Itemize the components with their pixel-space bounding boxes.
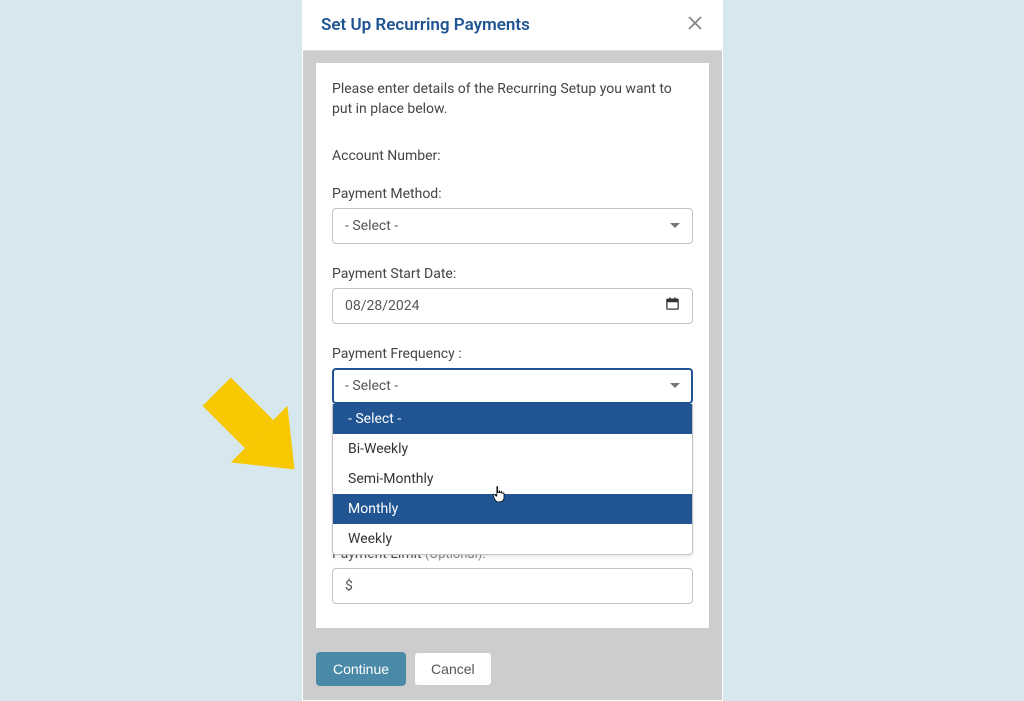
chevron-down-icon [670, 383, 680, 388]
payment-frequency-label: Payment Frequency : [332, 346, 693, 362]
payment-frequency-select[interactable]: - Select - [332, 368, 693, 404]
close-icon[interactable] [686, 14, 704, 36]
payment-method-label: Payment Method: [332, 186, 693, 202]
payment-frequency-dropdown: - Select - Bi-Weekly Semi-Monthly Monthl… [332, 404, 693, 555]
payment-method-value: - Select - [345, 218, 398, 234]
payment-start-date-group: Payment Start Date: 08/28/2024 [332, 266, 693, 324]
payment-start-date-input[interactable]: 08/28/2024 [332, 288, 693, 324]
frequency-option-select[interactable]: - Select - [333, 404, 692, 434]
payment-method-group: Payment Method: - Select - [332, 186, 693, 244]
payment-limit-value: $ [345, 578, 353, 594]
modal-footer: Continue Cancel [303, 640, 722, 700]
continue-button[interactable]: Continue [316, 652, 406, 686]
payment-method-select[interactable]: - Select - [332, 208, 693, 244]
calendar-icon[interactable] [665, 296, 680, 315]
instructions-text: Please enter details of the Recurring Se… [332, 79, 693, 120]
payment-start-date-value: 08/28/2024 [345, 298, 420, 314]
frequency-option-weekly[interactable]: Weekly [333, 524, 692, 554]
modal-title: Set Up Recurring Payments [321, 15, 530, 35]
modal-body: Please enter details of the Recurring Se… [316, 63, 709, 628]
frequency-option-biweekly[interactable]: Bi-Weekly [333, 434, 692, 464]
payment-frequency-wrapper: - Select - - Select - Bi-Weekly Semi-Mon… [332, 368, 693, 404]
payment-frequency-value: - Select - [345, 378, 398, 394]
payment-start-date-label: Payment Start Date: [332, 266, 693, 282]
cancel-button[interactable]: Cancel [414, 652, 492, 686]
chevron-down-icon [670, 223, 680, 228]
account-number-group: Account Number: [332, 148, 693, 164]
account-number-label: Account Number: [332, 148, 693, 164]
payment-limit-input[interactable]: $ [332, 568, 693, 604]
frequency-option-semimonthly[interactable]: Semi-Monthly [333, 464, 692, 494]
frequency-option-monthly[interactable]: Monthly [333, 494, 692, 524]
payment-frequency-group: Payment Frequency : - Select - - Select … [332, 346, 693, 404]
modal-header: Set Up Recurring Payments [303, 0, 722, 51]
recurring-payments-modal: Set Up Recurring Payments Please enter d… [302, 0, 723, 701]
